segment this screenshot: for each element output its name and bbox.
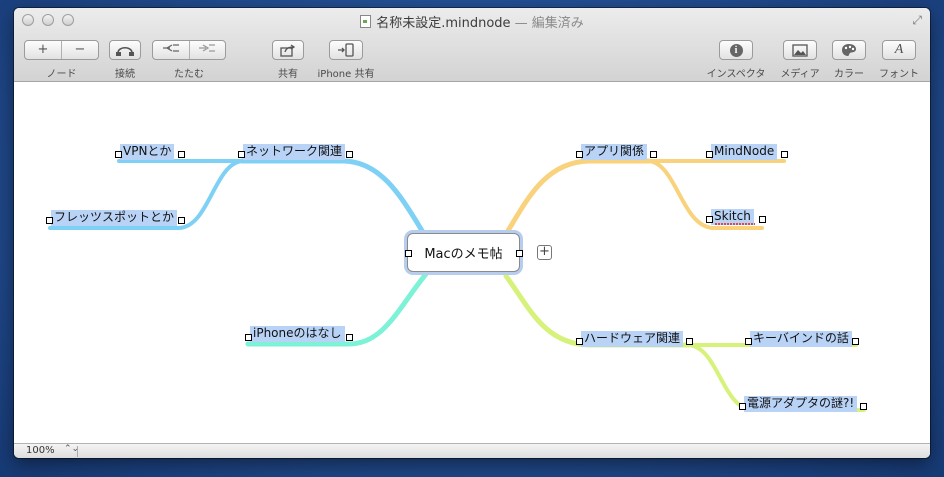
image-icon [792,43,808,57]
root-node-label: Macのメモ帖 [424,247,503,262]
media-button[interactable] [783,40,817,60]
node-apps-handle-right[interactable] [650,151,657,158]
node-label: ノード [46,69,77,80]
fold-segmented-control [152,40,226,60]
status-divider [77,446,78,457]
node-mindnode[interactable]: MindNode [711,144,778,160]
info-icon: i [729,43,743,57]
window-edited-status: — 編集済み [510,16,584,31]
node-vpn[interactable]: VPNとか [120,144,175,160]
node-hardware-handle-left[interactable] [576,338,583,345]
node-mindnode-handle-right[interactable] [781,151,788,158]
iphone-share-label: iPhone 共有 [317,69,375,80]
root-left-handle[interactable] [405,250,412,257]
fold-icon [162,44,179,52]
node-hardware[interactable]: ハードウェア関連 [581,331,684,347]
node-flets-handle-left[interactable] [46,217,53,224]
inspector-button[interactable]: i [719,40,753,60]
mindmap-canvas[interactable]: Macのメモ帖 + VPNとか ネットワーク関連 フレッツスポットとか iPho… [14,82,930,443]
add-node-button[interactable]: + [25,41,61,59]
unfold-icon [199,44,216,52]
zoom-level[interactable]: 100% [26,445,55,456]
connect-label: 接続 [115,69,135,80]
mindnode-window: 名称未設定.mindnode — 編集済み ⤢ + − ノード 接続 たたむ 共… [14,8,930,458]
node-adapter-handle-right[interactable] [860,403,867,410]
add-child-button[interactable]: + [537,245,552,260]
node-hardware-handle-right[interactable] [686,338,693,345]
node-vpn-handle-right[interactable] [178,151,185,158]
iphone-icon [338,43,354,57]
node-apps[interactable]: アプリ関係 [581,144,648,160]
branch-root-network [239,158,429,240]
status-bar: 100% ⌃⌄ [14,443,930,458]
node-iphone-handle-left[interactable] [245,334,252,341]
font-icon: A [894,42,904,57]
node-flets-handle-right[interactable] [178,217,185,224]
node-segmented-control: + − [24,40,99,60]
node-network[interactable]: ネットワーク関連 [243,144,346,160]
window-title-text: 名称未設定.mindnode [376,16,511,31]
branch-root-apps [503,158,652,237]
iphone-share-button[interactable] [329,40,363,60]
fullscreen-icon[interactable]: ⤢ [912,13,922,28]
node-keybind-handle-right[interactable] [852,338,859,345]
root-right-handle[interactable] [516,250,523,257]
node-network-handle-left[interactable] [238,151,245,158]
node-mindnode-handle-left[interactable] [706,151,713,158]
titlebar: 名称未設定.mindnode — 編集済み ⤢ + − ノード 接続 たたむ 共… [14,8,930,82]
node-apps-handle-left[interactable] [576,151,583,158]
fold-label: たたむ [174,69,204,80]
font-button[interactable]: A [882,40,916,60]
node-iphone[interactable]: iPhoneのはなし [250,326,345,342]
unfold-button[interactable] [188,41,226,59]
font-label: フォント [879,69,919,80]
document-icon [360,15,372,28]
inspector-label: インスペクタ [706,69,766,80]
node-iphone-handle-right[interactable] [346,334,353,341]
node-adapter-handle-left[interactable] [739,403,746,410]
spellcheck-underline [715,223,755,225]
media-label: メディア [780,69,820,80]
share-icon [280,43,296,57]
root-node[interactable]: Macのメモ帖 [407,233,520,272]
connect-button[interactable] [109,40,141,60]
fold-button[interactable] [153,41,189,59]
color-button[interactable] [832,40,866,60]
connect-icon [116,46,134,56]
remove-node-button[interactable]: − [61,41,98,59]
node-keybind[interactable]: キーバインドの話 [750,331,852,347]
window-title: 名称未設定.mindnode — 編集済み [14,12,930,31]
node-flets[interactable]: フレッツスポットとか [51,210,178,226]
palette-icon [842,44,856,56]
node-skitch-handle-right[interactable] [759,216,766,223]
node-adapter[interactable]: 電源アダプタの謎?! [744,396,858,412]
share-label: 共有 [278,69,298,80]
node-network-handle-right[interactable] [346,151,353,158]
color-label: カラー [834,69,864,80]
share-button[interactable] [272,40,304,60]
node-skitch-handle-left[interactable] [706,216,713,223]
node-vpn-handle-left[interactable] [115,151,122,158]
node-keybind-handle-left[interactable] [745,338,752,345]
